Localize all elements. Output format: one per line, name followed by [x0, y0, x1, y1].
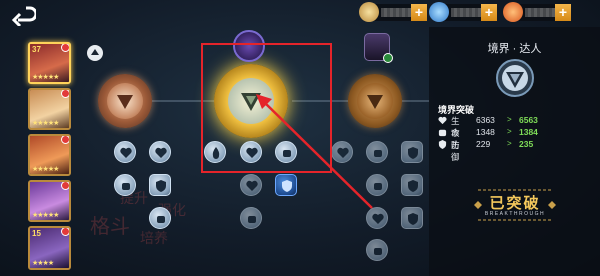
hp-node[interactable]	[149, 141, 171, 163]
currency-gem: +	[429, 2, 497, 22]
stat-arrow: >	[507, 127, 512, 136]
hero-card[interactable]: 37 ★★★★★	[28, 42, 71, 84]
heart-icon	[155, 147, 167, 158]
hp-node[interactable]	[114, 141, 136, 163]
hero-stars: ★★★★★	[32, 212, 59, 219]
add-hero-currency-button[interactable]: +	[411, 4, 427, 21]
fire-coin-icon	[503, 2, 523, 22]
back-arrow-icon	[11, 6, 38, 28]
realm-triangle-icon	[117, 95, 133, 109]
fist-icon	[157, 216, 165, 223]
shield-icon	[408, 180, 418, 192]
alert-badge	[61, 228, 69, 236]
alert-badge	[61, 90, 69, 98]
hero-stars: ★★★★★	[32, 120, 59, 127]
currency-value	[525, 8, 559, 17]
add-fire-coin-button[interactable]: +	[555, 4, 571, 21]
currency-value	[381, 8, 415, 17]
back-button[interactable]	[8, 4, 38, 28]
realm-emblem-icon	[496, 59, 534, 97]
stat-new-value: 235	[519, 139, 534, 149]
hero-card[interactable]: 15 ★★★★	[28, 226, 71, 270]
alert-badge	[61, 44, 69, 52]
add-gem-button[interactable]: +	[481, 4, 497, 21]
hero-stars: ★★★★★	[32, 74, 59, 81]
attack-node[interactable]	[149, 207, 171, 229]
hero-card[interactable]: ★★★★★	[28, 88, 71, 130]
gem-icon	[429, 2, 449, 22]
hero-card[interactable]: ★★★★★	[28, 134, 71, 176]
alert-badge	[61, 182, 69, 190]
stat-arrow: >	[507, 115, 512, 124]
currency-hero: +	[359, 2, 427, 22]
shield-icon	[408, 213, 418, 225]
hero-level: 37	[32, 45, 41, 54]
stat-value: 1348	[476, 127, 495, 137]
currency-fire: +	[503, 2, 571, 22]
defense-node[interactable]	[401, 207, 423, 229]
defense-node[interactable]	[401, 141, 423, 163]
annotation-arrow-icon	[256, 94, 373, 209]
attack-node[interactable]	[366, 239, 388, 261]
attack-node[interactable]	[114, 174, 136, 196]
sort-icon[interactable]	[86, 44, 104, 62]
heart-icon	[120, 147, 132, 158]
master-avatar-locked[interactable]	[364, 33, 393, 63]
background-text: 格斗	[90, 214, 130, 238]
defense-node[interactable]	[401, 174, 423, 196]
fist-icon	[438, 129, 447, 137]
hero-stars: ★★★★★	[32, 166, 59, 173]
currency-value	[451, 8, 485, 17]
stat-new-value: 1384	[519, 127, 538, 137]
defense-node[interactable]	[149, 174, 171, 196]
shield-icon	[438, 140, 447, 149]
background-text: 培养	[140, 231, 168, 247]
alert-badge	[61, 136, 69, 144]
hero-stars: ★★★★	[32, 260, 54, 267]
hero-level: 15	[32, 229, 41, 238]
stat-new-value: 6563	[519, 115, 538, 125]
hero-avatar-icon	[359, 2, 379, 22]
stat-label: 防御	[451, 140, 460, 162]
shield-icon	[156, 180, 166, 192]
hero-card[interactable]: ★★★★★	[28, 180, 71, 222]
path-line	[400, 100, 429, 102]
heart-icon	[438, 116, 447, 125]
panel-title: 境界 · 达人	[487, 43, 542, 55]
stat-arrow: >	[507, 139, 512, 148]
fist-icon	[122, 183, 130, 190]
fist-icon	[374, 248, 382, 255]
shield-icon	[408, 147, 418, 159]
breakthrough-status: 已突破	[489, 195, 541, 212]
breakthrough-subtitle: BREAKTHROUGH	[484, 211, 546, 217]
stat-value: 229	[476, 139, 491, 149]
stat-value: 6363	[476, 115, 495, 125]
realm-orb-bronze[interactable]	[98, 74, 152, 128]
